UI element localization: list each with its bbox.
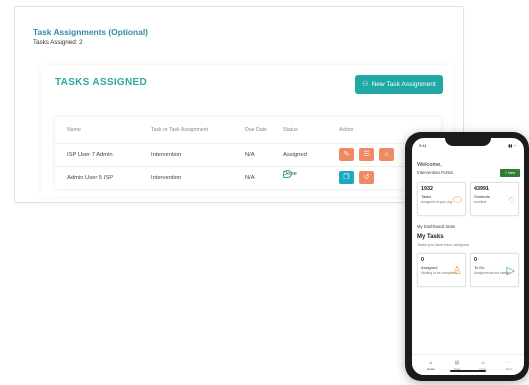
person-icon: ♙ (452, 265, 462, 277)
row-status: Assigned (283, 152, 307, 158)
tasks-table: Name Task or Task Assignment Due Date St… (55, 117, 441, 189)
table-row: Admin User 5 ISP Intervention N/A Done ❐… (55, 166, 441, 189)
column-header-status[interactable]: Status (283, 127, 298, 133)
users-icon: ☺ (480, 360, 486, 366)
copy-button[interactable]: ❐ (339, 171, 354, 184)
column-header-name[interactable]: Name (67, 127, 81, 133)
task-card-assigned[interactable]: 0 Assigned Waiting to be completed ♙ (417, 253, 466, 287)
row-due-date: N/A (245, 152, 255, 158)
edit-icon: ✎ (343, 151, 350, 158)
my-tasks-subtitle: Tasks you have been assigned (417, 243, 469, 247)
phone-tab-bar: ⌂ Home ▤ Tasks ☺ Users ⋯ More (412, 354, 524, 375)
new-task-assignment-button[interactable]: ⚇ New Task Assignment (355, 75, 443, 94)
stat-sub: enrolled (474, 200, 487, 204)
table-row: ISP User 7 Admin Intervention N/A Assign… (55, 143, 441, 166)
task-card-label: Assigned (421, 265, 438, 270)
tasks-assigned-count: Tasks Assigned: 2 (33, 39, 83, 46)
more-icon: ⋯ (506, 360, 512, 366)
status-signal-icon: ▮▮ ◔ (508, 143, 516, 148)
stat-label: Students (474, 194, 490, 199)
tab-label: Home (427, 367, 435, 371)
row-name: Admin User 5 ISP (67, 175, 114, 181)
stat-value: 43991 (474, 186, 489, 192)
list-icon: ☰ (363, 151, 370, 158)
column-header-due-date[interactable]: Due Date (245, 127, 267, 133)
phone-mockup: 9:41 ▮▮ ◔ Welcome, Intervention Portal +… (405, 132, 529, 381)
column-header-task[interactable]: Task or Task Assignment (151, 127, 208, 133)
task-card-value: 0 (474, 257, 477, 263)
stat-sub: Assigned to your org (421, 200, 453, 204)
tasks-icon: ▤ (454, 360, 460, 366)
new-task-assignment-label: New Task Assignment (371, 81, 436, 88)
home-indicator (450, 370, 486, 372)
task-card-value: 0 (421, 257, 424, 263)
home-icon: ⌂ (429, 360, 433, 366)
delete-button[interactable]: ⌂ (379, 148, 394, 161)
tab-home[interactable]: ⌂ Home (422, 360, 440, 371)
undo-button[interactable]: ↺ (359, 171, 374, 184)
tasks-assigned-panel: TASKS ASSIGNED ⚇ New Task Assignment Nam… (41, 65, 453, 197)
row-task: Intervention (151, 152, 182, 158)
stat-label: Tasks (421, 194, 432, 199)
task-assignments-card: Task Assignments (Optional) Tasks Assign… (14, 6, 464, 203)
phone-notch (445, 138, 491, 146)
row-task: Intervention (151, 175, 182, 181)
table-header: Name Task or Task Assignment Due Date St… (55, 117, 441, 143)
stat-card-tasks[interactable]: 1932 Tasks Assigned to your org ⬭ (417, 182, 466, 216)
add-user-icon: ⚇ (362, 81, 369, 88)
undo-icon: ↺ (363, 174, 370, 181)
tasks-assigned-heading: TASKS ASSIGNED (55, 77, 147, 88)
row-due-date: N/A (245, 175, 255, 181)
my-tasks-title: My Tasks (417, 234, 444, 240)
pill-icon: ⬭ (452, 194, 462, 206)
edit-button[interactable]: ✎ (339, 148, 354, 161)
column-header-action: Action (339, 127, 354, 133)
section-title: Task Assignments (Optional) (33, 27, 148, 37)
tab-label: More (505, 367, 513, 371)
phone-subtitle: Intervention Portal (417, 170, 453, 175)
task-card-label: To Do (474, 265, 485, 270)
task-card-todo[interactable]: 0 To Do Assignments not started ▷ (470, 253, 519, 287)
phone-section-note: My Dashboard Stats (417, 224, 455, 229)
delete-icon: ⌂ (384, 151, 389, 158)
play-icon: ▷ (506, 265, 515, 277)
ring-icon: ◌ (508, 194, 515, 206)
phone-welcome: Welcome, (417, 162, 442, 168)
row-name: ISP User 7 Admin (67, 152, 113, 158)
stat-card-students[interactable]: 43991 Students enrolled ◌ (470, 182, 519, 216)
list-button[interactable]: ☰ (359, 148, 374, 161)
phone-new-button[interactable]: + New (500, 169, 520, 177)
stat-value: 1932 (421, 186, 433, 192)
tab-more[interactable]: ⋯ More (500, 360, 518, 371)
status-time: 9:41 (419, 143, 427, 148)
task-card-sub: Assignments not started (474, 271, 511, 275)
phone-screen: 9:41 ▮▮ ◔ Welcome, Intervention Portal +… (412, 138, 524, 375)
copy-icon: ❐ (343, 174, 350, 181)
comment-icon[interactable] (283, 170, 292, 178)
